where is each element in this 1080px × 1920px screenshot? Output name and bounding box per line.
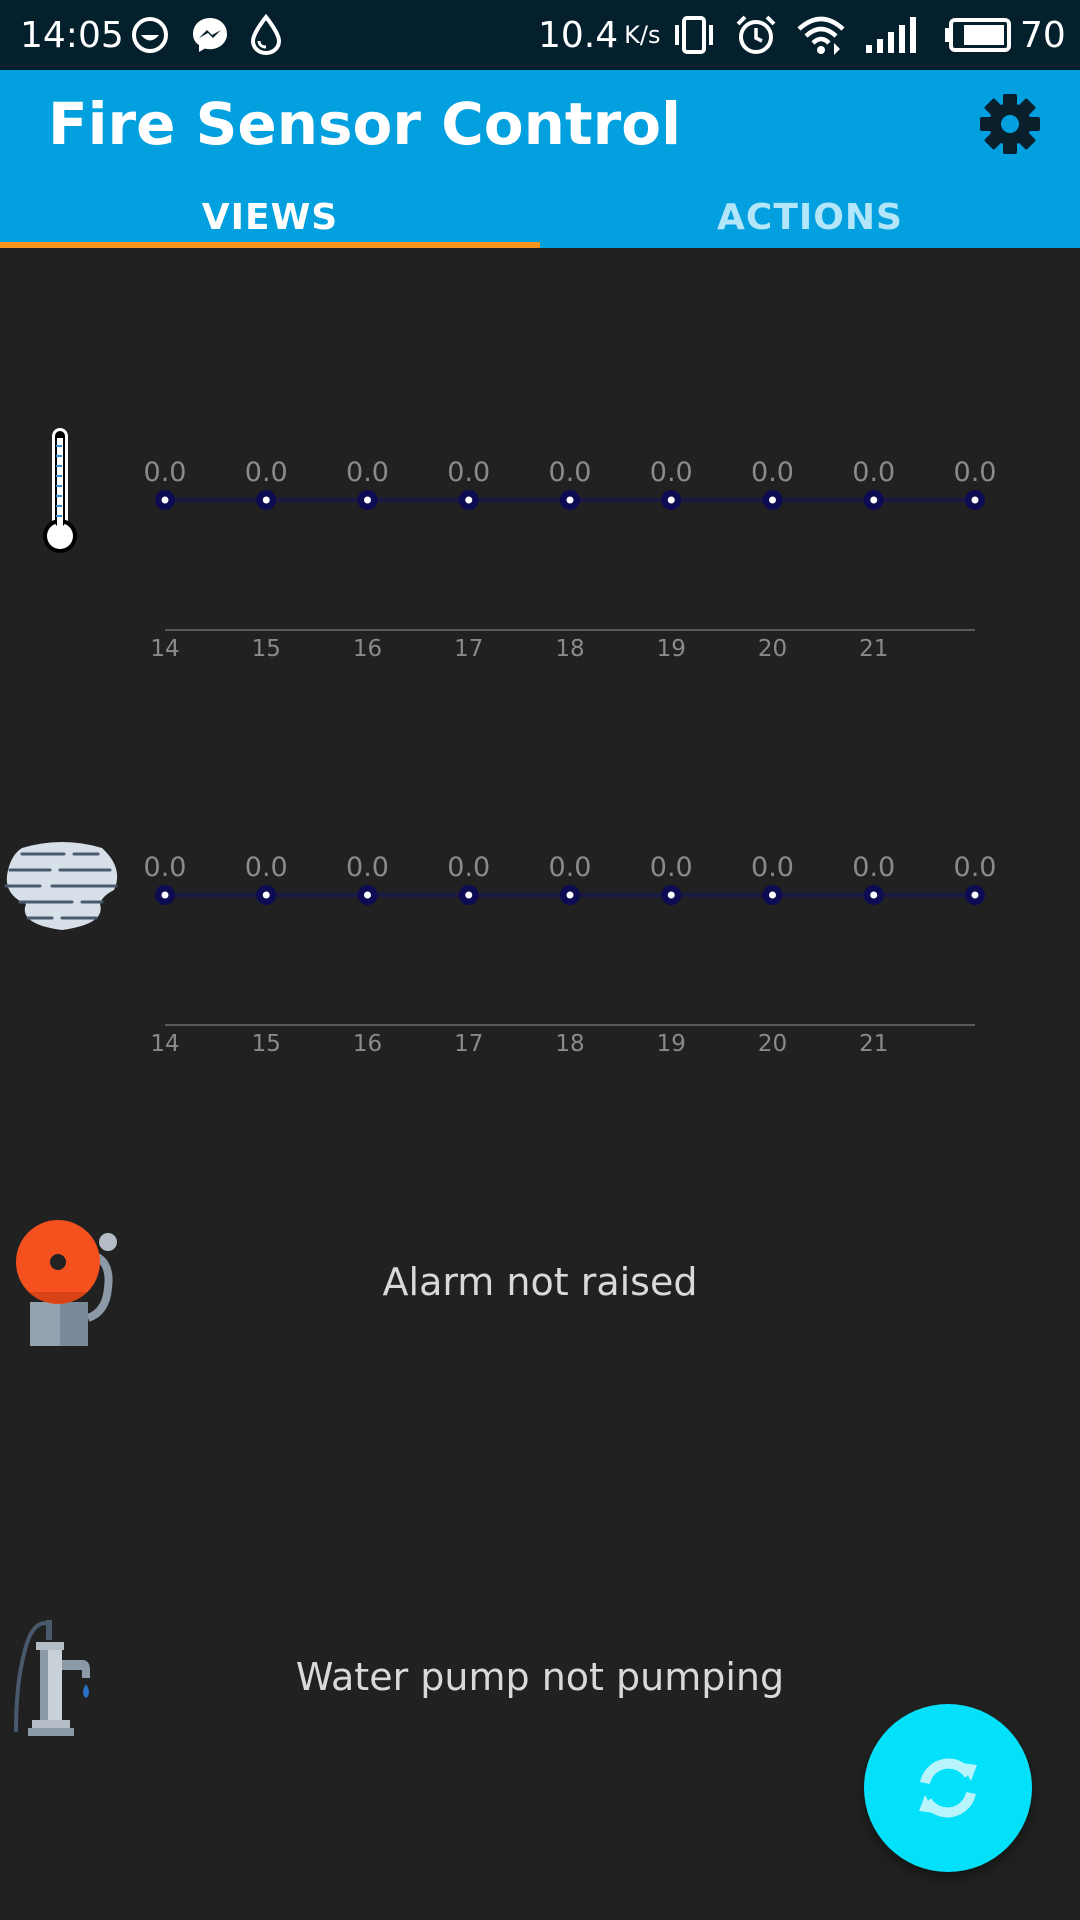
tab-actions[interactable]: ACTIONS xyxy=(540,186,1080,248)
status-time: 14:05 xyxy=(20,0,124,70)
data-label: 0.0 xyxy=(549,457,592,488)
x-tick-label: 17 xyxy=(454,1031,483,1057)
network-speed-unit: K/s xyxy=(624,21,661,49)
data-point-center xyxy=(161,891,169,899)
x-tick-label: 20 xyxy=(758,1031,787,1057)
data-label: 0.0 xyxy=(144,457,187,488)
status-time-text: 14:05 xyxy=(20,14,124,56)
temperature-chart-svg: 0.0 0.0 0.0 0.0 0.0 0.0 0.0 0.0 0.0 14 15 16 17 18 19 2… xyxy=(144,457,997,662)
vibrate-icon xyxy=(672,0,716,70)
x-tick-label: 18 xyxy=(555,1031,584,1057)
x-tick-label: 21 xyxy=(859,636,888,662)
data-label: 0.0 xyxy=(954,457,997,488)
data-point-center xyxy=(667,891,675,899)
status-bar: 14:05 10.4 K/s 70 xyxy=(0,0,1080,70)
network-speed: 10.4 K/s xyxy=(538,0,660,70)
pump-status-text: Water pump not pumping xyxy=(295,1655,785,1699)
alarm-clock-icon xyxy=(734,0,778,70)
x-tick-label: 16 xyxy=(353,636,382,662)
battery-level-text: 70 xyxy=(1020,14,1066,56)
data-point-center xyxy=(566,496,574,504)
smoke-chart: 0.0 0.0 0.0 0.0 0.0 0.0 0.0 0.0 0.0 14 15 16 17 18 19 2… xyxy=(0,815,1080,1115)
data-label: 0.0 xyxy=(852,457,895,488)
water-drop-icon xyxy=(248,0,284,70)
x-tick-label: 21 xyxy=(859,1031,888,1057)
data-point-center xyxy=(262,496,270,504)
x-tick-label: 14 xyxy=(150,1031,179,1057)
data-point-center xyxy=(667,496,675,504)
temperature-chart: 0.0 0.0 0.0 0.0 0.0 0.0 0.0 0.0 0.0 14 15 16 17 18 19 2… xyxy=(0,420,1080,720)
network-speed-value: 10.4 xyxy=(538,14,619,56)
x-tick-label: 17 xyxy=(454,636,483,662)
data-point-center xyxy=(161,496,169,504)
refresh-icon xyxy=(919,1758,977,1818)
refresh-button[interactable] xyxy=(864,1704,1032,1872)
smiley-icon xyxy=(130,0,170,70)
data-label: 0.0 xyxy=(954,852,997,883)
data-label: 0.0 xyxy=(245,852,288,883)
x-tick-label: 18 xyxy=(555,636,584,662)
data-point-center xyxy=(364,891,371,899)
data-point-center xyxy=(971,496,979,504)
x-tick-label: 20 xyxy=(758,636,787,662)
battery-level: 70 xyxy=(1020,0,1066,70)
app-bar: Fire Sensor Control VIEWS ACTIONS xyxy=(0,70,1080,248)
data-point-center xyxy=(262,891,270,899)
data-label: 0.0 xyxy=(346,852,389,883)
data-point-center xyxy=(364,496,371,504)
smoke-chart-svg: 0.0 0.0 0.0 0.0 0.0 0.0 0.0 0.0 0.0 14 15 16 17 18 19 2… xyxy=(144,852,997,1057)
data-label: 0.0 xyxy=(346,457,389,488)
data-point-center xyxy=(465,496,473,504)
data-point-center xyxy=(769,496,776,504)
data-label: 0.0 xyxy=(549,852,592,883)
data-point-center xyxy=(870,496,878,504)
signal-icon xyxy=(864,0,922,70)
tab-actions-label: ACTIONS xyxy=(717,196,903,238)
settings-button[interactable] xyxy=(970,84,1050,164)
data-label: 0.0 xyxy=(447,852,490,883)
battery-icon xyxy=(944,0,1014,70)
x-tick-label: 14 xyxy=(150,636,179,662)
data-point-center xyxy=(566,891,574,899)
data-point-center xyxy=(465,891,473,899)
x-tick-label: 15 xyxy=(252,1031,281,1057)
data-point-center xyxy=(870,891,878,899)
x-tick-label: 19 xyxy=(657,1031,686,1057)
x-tick-label: 19 xyxy=(657,636,686,662)
tab-views-label: VIEWS xyxy=(201,196,339,238)
tab-indicator xyxy=(0,242,540,248)
alarm-status-text: Alarm not raised xyxy=(382,1260,698,1304)
x-tick-label: 16 xyxy=(353,1031,382,1057)
data-label: 0.0 xyxy=(650,852,693,883)
data-label: 0.0 xyxy=(852,852,895,883)
tab-views[interactable]: VIEWS xyxy=(0,186,540,248)
data-label: 0.0 xyxy=(144,852,187,883)
x-tick-label: 15 xyxy=(252,636,281,662)
messenger-icon xyxy=(190,0,230,70)
data-label: 0.0 xyxy=(751,457,794,488)
data-point-center xyxy=(971,891,979,899)
app-title: Fire Sensor Control xyxy=(48,90,681,158)
data-point-center xyxy=(769,891,776,899)
data-label: 0.0 xyxy=(751,852,794,883)
data-label: 0.0 xyxy=(650,457,693,488)
wifi-icon xyxy=(796,0,846,70)
data-label: 0.0 xyxy=(447,457,490,488)
gear-icon xyxy=(980,94,1040,154)
data-label: 0.0 xyxy=(245,457,288,488)
